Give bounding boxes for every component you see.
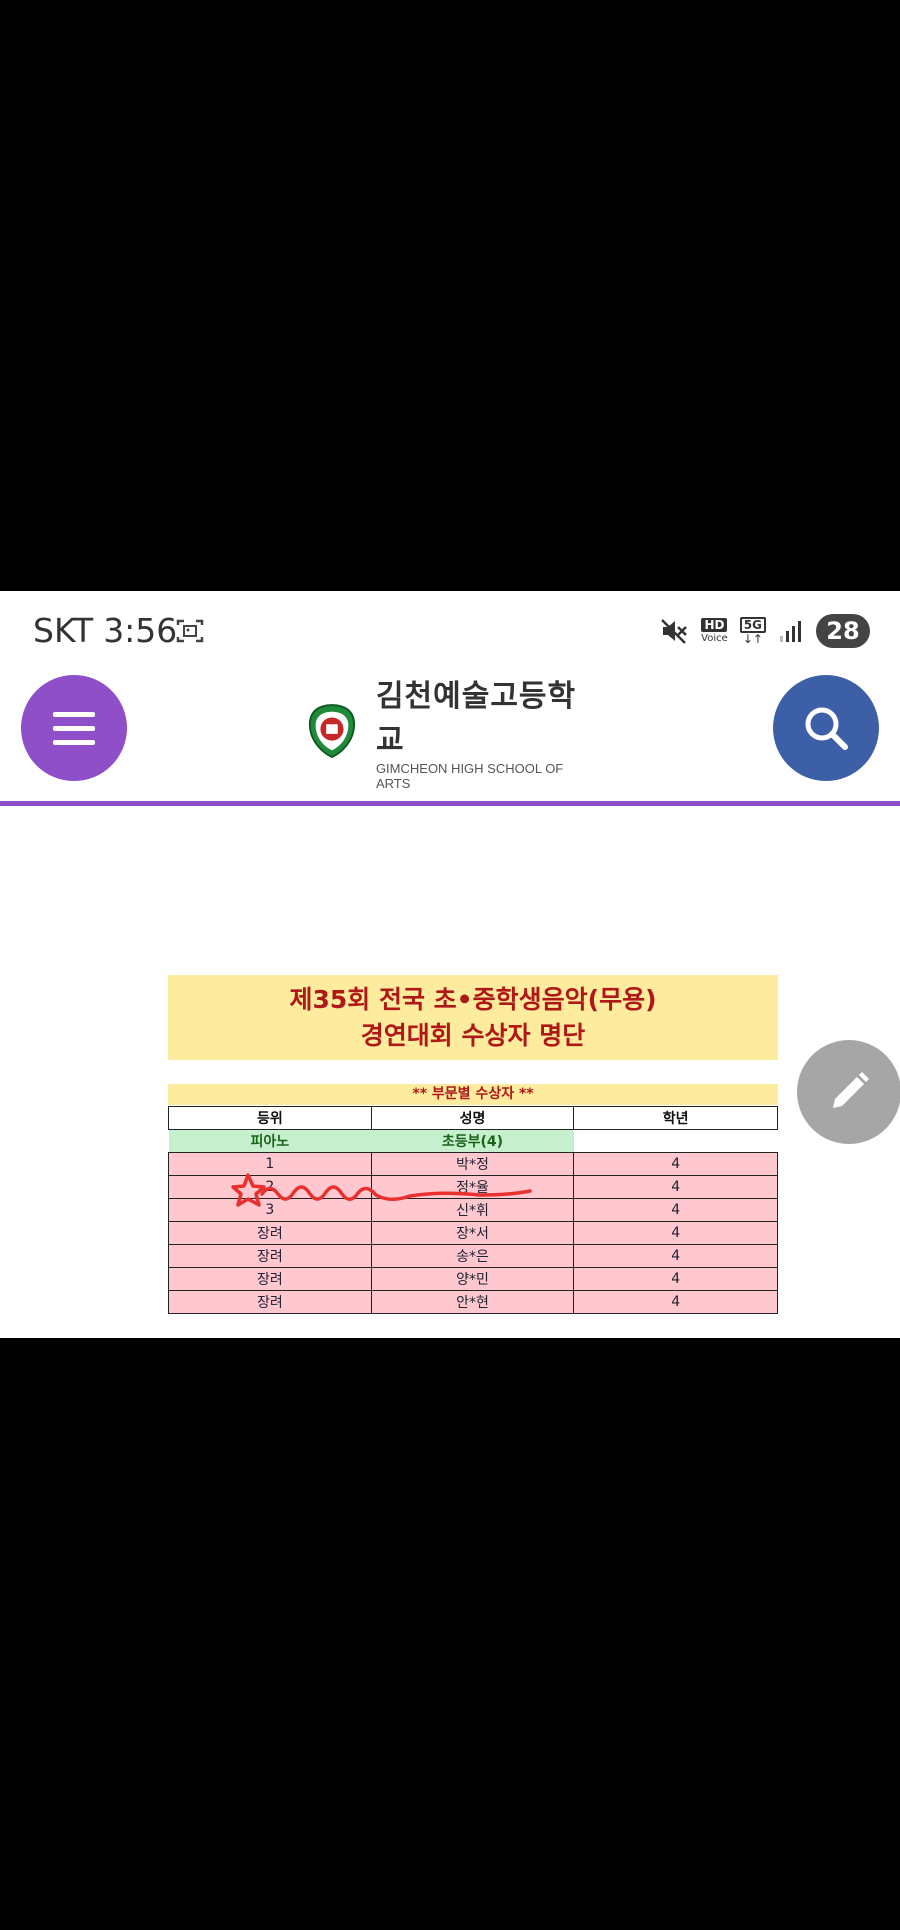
table-row: 2 정*율 4 [168,1175,778,1199]
school-name-ko: 김천예술고등학교 [375,679,577,758]
status-carrier-time: SKT 3:56 [33,611,177,650]
table-header-row: 등위 성명 학년 [168,1106,778,1130]
table-row: 장려 송*은 4 [168,1244,778,1268]
rank-cell: 2 [168,1175,372,1199]
hd-voice-icon: HD Voice [701,618,728,644]
battery-icon: 28 [816,614,870,648]
voice-label: Voice [701,633,728,644]
table-row: 3 신*휘 4 [168,1198,778,1222]
section-empty-cell [573,1129,778,1153]
section-category: 피아노 [168,1129,372,1153]
menu-icon [53,711,95,717]
column-header-name: 성명 [370,1106,575,1130]
grade-cell: 4 [573,1175,778,1199]
table-row: 1 박*정 4 [168,1152,778,1176]
search-button[interactable] [773,675,879,781]
grade-cell: 4 [573,1221,778,1245]
network-icon: 5G ↓↑ [739,617,766,646]
school-logo[interactable]: 김천예술고등학교 GIMCHEON HIGH SCHOOL OF ARTS [306,679,596,791]
data-arrows-icon: ↓↑ [742,632,763,646]
grade-cell: 4 [573,1290,778,1314]
header-divider [0,801,900,806]
grade-cell: 4 [573,1152,778,1176]
school-emblem-icon [308,704,356,759]
network-label: 5G [739,617,766,633]
menu-button[interactable] [21,675,127,781]
grade-cell: 4 [573,1244,778,1268]
title-line-2: 경연대회 수상자 명단 [360,1021,586,1050]
table-row: 장려 양*민 4 [168,1267,778,1291]
signal-icon [780,621,801,642]
clock: 3:56 [103,611,178,650]
table-row: 장려 장*서 4 [168,1221,778,1245]
rank-cell: 장려 [168,1267,372,1291]
document-title: 제35회 전국 초•중학생음악(무용) 경연대회 수상자 명단 [168,975,778,1060]
name-cell: 안*현 [370,1290,575,1314]
status-icons: HD Voice 5G ↓↑ 28 [659,613,870,649]
name-cell: 송*은 [370,1244,575,1268]
column-header-rank: 등위 [168,1106,372,1130]
hd-label: HD [701,618,728,632]
rank-cell: 3 [168,1198,372,1222]
edit-button[interactable] [797,1040,900,1144]
carrier-label: SKT [33,611,94,650]
awards-subtitle: ** 부문별 수상자 ** [168,1084,778,1105]
name-cell: 신*휘 [370,1198,575,1222]
results-table: 등위 성명 학년 피아노 초등부(4) 1 박*정 4 2 정*율 4 3 신*… [168,1106,778,1314]
grade-cell: 4 [573,1198,778,1222]
search-icon [805,707,848,750]
title-line-1: 제35회 전국 초•중학생음악(무용) [289,985,657,1014]
name-cell: 양*민 [370,1267,575,1291]
mute-icon [661,619,688,644]
logo-text: 김천예술고등학교 GIMCHEON HIGH SCHOOL OF ARTS [376,671,596,791]
app-screen: SKT 3:56 HD Voice 5G ↓↑ 28 김천예술고등학교 GIMC… [0,591,900,1338]
name-cell: 장*서 [370,1221,575,1245]
column-header-grade: 학년 [573,1106,778,1130]
table-row: 장려 안*현 4 [168,1290,778,1314]
name-cell: 정*율 [370,1175,575,1199]
pencil-icon [833,1072,869,1108]
rank-cell: 장려 [168,1221,372,1245]
rank-cell: 장려 [168,1290,372,1314]
section-row: 피아노 초등부(4) [168,1129,778,1153]
section-division: 초등부(4) [371,1129,574,1153]
rank-cell: 1 [168,1152,372,1176]
grade-cell: 4 [573,1267,778,1291]
screenshot-icon [176,619,204,643]
name-cell: 박*정 [370,1152,575,1176]
rank-cell: 장려 [168,1244,372,1268]
school-name-en: GIMCHEON HIGH SCHOOL OF ARTS [375,761,564,791]
status-bar: SKT 3:56 HD Voice 5G ↓↑ 28 [0,591,900,671]
